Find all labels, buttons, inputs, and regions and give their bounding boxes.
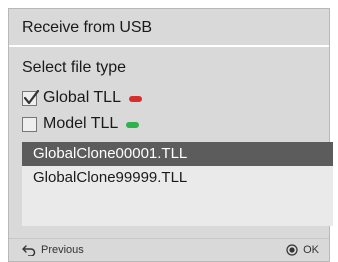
file-list: GlobalClone00001.TLL GlobalClone99999.TL… (22, 142, 333, 226)
file-list-item[interactable]: GlobalClone99999.TLL (22, 166, 333, 190)
checkmark-icon (23, 89, 40, 104)
dialog-title: Receive from USB (22, 19, 152, 36)
red-indicator-icon (128, 96, 142, 102)
global-tll-checkbox[interactable] (22, 89, 40, 106)
dialog-titlebar: Receive from USB (9, 9, 329, 47)
ok-button[interactable]: OK (286, 244, 319, 256)
dialog-footer: Previous OK (9, 238, 329, 262)
previous-label: Previous (41, 244, 84, 256)
green-indicator-icon (126, 122, 140, 128)
receive-from-usb-dialog: Receive from USB Select file type Global… (8, 8, 333, 262)
file-type-prompt: Select file type (22, 59, 127, 76)
file-list-item[interactable]: GlobalClone00001.TLL (22, 142, 333, 166)
global-tll-label: Global TLL (43, 89, 121, 106)
file-type-option-global-tll[interactable]: Global TLL (22, 88, 142, 108)
back-arrow-icon (22, 244, 36, 257)
model-tll-label: Model TLL (43, 115, 119, 132)
model-tll-checkbox[interactable] (22, 116, 37, 132)
file-type-option-model-tll[interactable]: Model TLL (22, 114, 140, 134)
ok-label: OK (303, 244, 319, 256)
previous-button[interactable]: Previous (22, 244, 84, 257)
ok-button-icon (286, 244, 298, 256)
